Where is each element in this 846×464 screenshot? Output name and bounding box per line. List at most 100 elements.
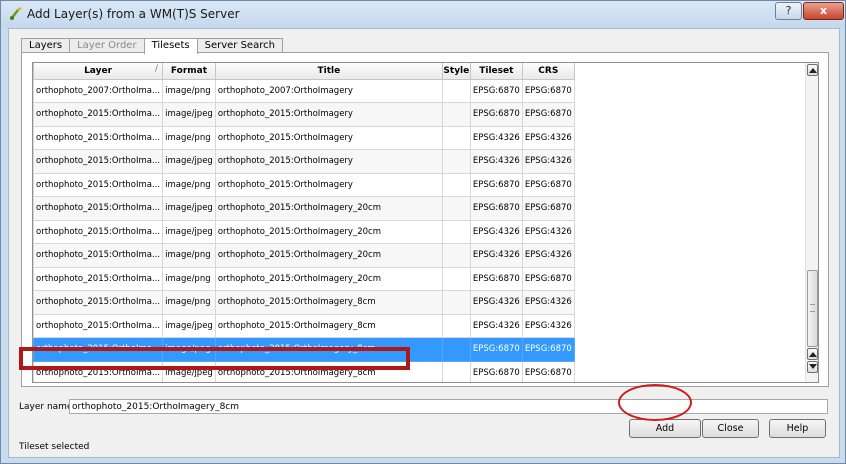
- table-cell-tileset: EPSG:6870: [469, 337, 523, 362]
- window-title: Add Layer(s) from a WM(T)S Server: [27, 7, 240, 21]
- scroll-up-button[interactable]: [807, 64, 818, 76]
- table-header-row: Layer / Format Title Style Tileset CRS: [33, 63, 575, 80]
- table-cell-title: orthophoto_2015:OrthoImagery_8cm: [214, 290, 443, 315]
- column-header-tileset[interactable]: Tileset: [469, 63, 523, 80]
- scroll-up-button-lower[interactable]: [807, 348, 818, 360]
- table-row[interactable]: orthophoto_2015:OrthoIma... image/png orth…: [33, 290, 575, 315]
- column-header-title[interactable]: Title: [214, 63, 443, 80]
- vertical-scrollbar[interactable]: [805, 63, 818, 382]
- table-cell-layer: orthophoto_2015:OrthoIma...: [33, 102, 164, 127]
- column-header-layer[interactable]: Layer /: [33, 63, 164, 80]
- add-button[interactable]: Add: [629, 419, 701, 438]
- table-cell-style: [441, 219, 471, 244]
- table-cell-style: [441, 78, 471, 103]
- column-header-crs[interactable]: CRS: [521, 63, 575, 80]
- tilesets-panel: Layer / Format Title Style Tileset CRS or…: [21, 52, 829, 387]
- tilesets-table: Layer / Format Title Style Tileset CRS or…: [32, 62, 819, 383]
- table-cell-style: [441, 266, 471, 291]
- table-cell-style: [441, 149, 471, 174]
- table-row[interactable]: orthophoto_2015:OrthoIma... image/png orth…: [33, 266, 575, 291]
- table-body: orthophoto_2007:OrthoIma... image/png orth…: [33, 78, 575, 382]
- table-cell-layer: orthophoto_2015:OrthoIma...: [33, 266, 164, 291]
- table-row[interactable]: orthophoto_2015:OrthoIma... image/png orth…: [33, 172, 575, 197]
- layer-name-input[interactable]: [69, 399, 828, 414]
- table-cell-style: [441, 125, 471, 150]
- table-cell-title: orthophoto_2015:OrthoImagery_20cm: [214, 243, 443, 268]
- table-row[interactable]: orthophoto_2015:OrthoIma... image/png orth…: [33, 125, 575, 150]
- table-cell-style: [441, 337, 471, 362]
- table-cell-format: image/png: [162, 172, 216, 197]
- table-row[interactable]: orthophoto_2015:OrthoIma... image/jpeg ort…: [33, 102, 575, 127]
- tab-tilesets[interactable]: Tilesets: [143, 38, 198, 54]
- table-cell-crs: EPSG:4326: [521, 313, 575, 338]
- table-cell-title: orthophoto_2015:OrthoImagery_20cm: [214, 196, 443, 221]
- table-cell-style: [441, 290, 471, 315]
- qgis-wms-icon: [10, 7, 22, 20]
- table-cell-crs: EPSG:6870: [521, 337, 575, 362]
- scroll-up-arrow-icon: [809, 68, 817, 73]
- table-cell-tileset: EPSG:4326: [469, 219, 523, 244]
- table-cell-crs: EPSG:4326: [521, 149, 575, 174]
- scroll-down-button[interactable]: [807, 361, 818, 373]
- table-cell-tileset: EPSG:4326: [469, 313, 523, 338]
- table-cell-tileset: EPSG:6870: [469, 78, 523, 103]
- table-cell-crs: EPSG:6870: [521, 266, 575, 291]
- annotation-highlight-rectangle: [19, 347, 410, 370]
- table-cell-tileset: EPSG:4326: [469, 243, 523, 268]
- table-cell-style: [441, 102, 471, 127]
- table-cell-layer: orthophoto_2015:OrthoIma...: [33, 243, 164, 268]
- table-cell-tileset: EPSG:4326: [469, 149, 523, 174]
- scroll-thumb[interactable]: [807, 270, 818, 347]
- tab-bar: Layers Layer Order Tilesets Server Searc…: [21, 38, 283, 54]
- table-cell-layer: orthophoto_2015:OrthoIma...: [33, 313, 164, 338]
- tab-server-search[interactable]: Server Search: [196, 38, 283, 53]
- table-cell-layer: orthophoto_2015:OrthoIma...: [33, 149, 164, 174]
- column-header-style[interactable]: Style: [441, 63, 471, 80]
- layer-name-label: Layer name: [19, 402, 73, 412]
- sort-indicator-icon: /: [155, 64, 159, 74]
- table-cell-crs: EPSG:4326: [521, 243, 575, 268]
- table-row[interactable]: orthophoto_2015:OrthoIma... image/jpeg ort…: [33, 313, 575, 338]
- table-cell-tileset: EPSG:6870: [469, 360, 523, 382]
- dialog-body: Layers Layer Order Tilesets Server Searc…: [8, 28, 840, 458]
- table-cell-title: orthophoto_2007:OrthoImagery: [214, 78, 443, 103]
- table-row[interactable]: orthophoto_2015:OrthoIma... image/jpeg ort…: [33, 196, 575, 221]
- column-header-format[interactable]: Format: [162, 63, 216, 80]
- table-cell-style: [441, 313, 471, 338]
- table-cell-crs: EPSG:6870: [521, 172, 575, 197]
- title-help-button[interactable]: ?: [775, 2, 802, 20]
- status-text: Tileset selected: [19, 442, 90, 452]
- table-row[interactable]: orthophoto_2015:OrthoIma... image/jpeg ort…: [33, 219, 575, 244]
- table-cell-tileset: EPSG:4326: [469, 125, 523, 150]
- table-cell-format: image/png: [162, 266, 216, 291]
- table-cell-layer: orthophoto_2007:OrthoIma...: [33, 78, 164, 103]
- close-button[interactable]: Close: [702, 419, 759, 438]
- table-row[interactable]: orthophoto_2015:OrthoIma... image/png orth…: [33, 243, 575, 268]
- tilesets-grid: Layer / Format Title Style Tileset CRS or…: [33, 63, 575, 382]
- table-cell-title: orthophoto_2015:OrthoImagery_8cm: [214, 313, 443, 338]
- table-row[interactable]: orthophoto_2007:OrthoIma... image/png orth…: [33, 78, 575, 103]
- table-cell-format: image/png: [162, 290, 216, 315]
- table-cell-title: orthophoto_2015:OrthoImagery_20cm: [214, 266, 443, 291]
- table-cell-style: [441, 360, 471, 382]
- title-close-button[interactable]: x: [803, 2, 844, 20]
- title-bar[interactable]: Add Layer(s) from a WM(T)S Server ? x: [1, 1, 845, 28]
- table-cell-format: image/jpeg: [162, 196, 216, 221]
- table-cell-format: image/png: [162, 243, 216, 268]
- table-cell-layer: orthophoto_2015:OrthoIma...: [33, 196, 164, 221]
- help-button[interactable]: Help: [769, 419, 826, 438]
- table-cell-style: [441, 196, 471, 221]
- scroll-grip: [810, 304, 815, 312]
- table-row[interactable]: orthophoto_2015:OrthoIma... image/jpeg ort…: [33, 149, 575, 174]
- dialog-window: Add Layer(s) from a WM(T)S Server ? x La…: [0, 0, 846, 464]
- table-cell-format: image/jpeg: [162, 219, 216, 244]
- table-cell-crs: EPSG:4326: [521, 290, 575, 315]
- table-cell-style: [441, 243, 471, 268]
- tab-layers[interactable]: Layers: [21, 38, 71, 53]
- table-cell-title: orthophoto_2015:OrthoImagery: [214, 125, 443, 150]
- table-cell-crs: EPSG:6870: [521, 102, 575, 127]
- table-cell-layer: orthophoto_2015:OrthoIma...: [33, 219, 164, 244]
- table-cell-tileset: EPSG:6870: [469, 266, 523, 291]
- table-cell-tileset: EPSG:4326: [469, 290, 523, 315]
- table-cell-title: orthophoto_2015:OrthoImagery: [214, 102, 443, 127]
